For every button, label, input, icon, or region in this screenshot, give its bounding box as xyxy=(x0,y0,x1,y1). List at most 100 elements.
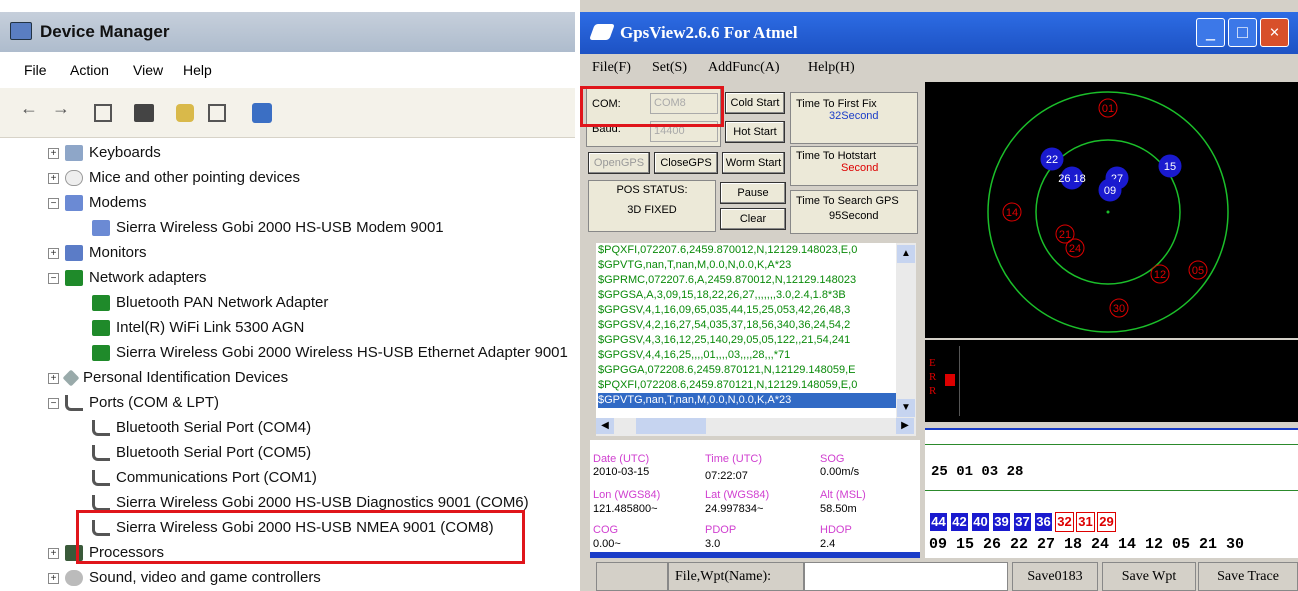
device-tree-item[interactable]: Sierra Wireless Gobi 2000 HS-USB Modem 9… xyxy=(92,215,444,240)
port-device-icon xyxy=(92,445,110,462)
wpt-name-input[interactable] xyxy=(804,562,1008,591)
print-icon[interactable] xyxy=(134,104,154,122)
sog-value: 0.00m/s xyxy=(820,466,860,478)
device-tree-item[interactable]: + Mice and other pointing devices xyxy=(48,165,300,190)
device-tree-item[interactable]: + Monitors xyxy=(48,240,147,265)
collapse-icon[interactable]: − xyxy=(48,272,59,284)
nmea-vscrollbar[interactable]: ▲ ▼ xyxy=(896,243,916,419)
scan-hardware-icon[interactable] xyxy=(252,103,272,123)
scroll-left-icon[interactable]: ◀ xyxy=(596,418,614,434)
menu-file[interactable]: File xyxy=(24,52,47,88)
device-tree-item[interactable]: − Network adapters xyxy=(48,265,207,290)
collapse-icon[interactable]: − xyxy=(48,397,59,409)
save-wpt-button[interactable]: Save Wpt xyxy=(1102,562,1196,591)
date-label: Date (UTC) xyxy=(593,453,650,465)
snr-box-tracked: 40 xyxy=(971,512,990,532)
menu-view[interactable]: View xyxy=(133,52,163,88)
satellite-id: 30 xyxy=(1113,303,1125,315)
nmea-log[interactable]: $PQXFI,072207.6,2459.870012,N,12129.1480… xyxy=(596,243,896,419)
hot-start-button[interactable]: Hot Start xyxy=(725,121,785,143)
device-tree-item[interactable]: + Sound, video and game controllers xyxy=(48,565,321,590)
save-trace-button[interactable]: Save Trace xyxy=(1198,562,1298,591)
pause-button[interactable]: Pause xyxy=(720,182,786,204)
gps-menu-help[interactable]: Help(H) xyxy=(808,54,855,82)
expand-icon[interactable]: + xyxy=(48,247,59,259)
pos-status-label: POS STATUS: xyxy=(616,184,688,196)
satellite-blue: 15 xyxy=(1158,154,1182,178)
signal-line-1 xyxy=(925,444,1298,445)
device-tree-item[interactable]: Bluetooth Serial Port (COM4) xyxy=(92,415,311,440)
help-icon[interactable] xyxy=(176,104,194,122)
device-tree-label: Sierra Wireless Gobi 2000 HS-USB Diagnos… xyxy=(116,494,529,511)
close-button[interactable]: × xyxy=(1260,18,1289,47)
worm-start-button[interactable]: Worm Start xyxy=(722,152,785,174)
gps-menu-file[interactable]: File(F) xyxy=(592,54,631,82)
mon-device-icon xyxy=(65,245,83,262)
highlight-com-select xyxy=(580,86,724,127)
device-tree-label: Intel(R) WiFi Link 5300 AGN xyxy=(116,319,305,336)
scroll-right-icon[interactable]: ▶ xyxy=(896,418,914,434)
hscroll-thumb[interactable] xyxy=(636,418,706,434)
signal-panel: 25 01 03 28 44 42 40 39 37 36 32 31 29 09 15 26 … xyxy=(925,428,1298,558)
lon-label: Lon (WGS84) xyxy=(593,489,661,501)
satellite-id: 09 xyxy=(1104,185,1116,197)
satellite-id: 12 xyxy=(1154,269,1166,281)
net-device-icon xyxy=(92,345,110,362)
expand-icon[interactable]: + xyxy=(48,172,59,184)
search-gps-panel: Time To Search GPS 95Second xyxy=(790,190,918,234)
expand-icon[interactable]: + xyxy=(48,572,59,584)
collapse-icon[interactable]: − xyxy=(48,197,59,209)
cog-label: COG xyxy=(593,524,619,536)
satellite-red: 01 xyxy=(1098,98,1118,118)
close-gps-button[interactable]: CloseGPS xyxy=(654,152,718,174)
hotstart-panel: Time To Hotstart Second xyxy=(790,146,918,186)
menu-action[interactable]: Action xyxy=(70,52,109,88)
minimize-button[interactable]: _ xyxy=(1196,18,1225,47)
menu-help[interactable]: Help xyxy=(183,52,212,88)
device-tree-item[interactable]: Intel(R) WiFi Link 5300 AGN xyxy=(92,315,304,340)
device-tree-item[interactable]: Communications Port (COM1) xyxy=(92,465,317,490)
save0183-button[interactable]: Save0183 xyxy=(1012,562,1098,591)
view-icon[interactable] xyxy=(208,104,226,122)
open-gps-button[interactable]: OpenGPS xyxy=(588,152,650,174)
device-tree-item[interactable]: − Ports (COM & LPT) xyxy=(48,390,219,415)
sog-label: SOG xyxy=(820,453,845,465)
expand-icon[interactable]: + xyxy=(48,372,59,384)
device-tree-label: Ports (COM & LPT) xyxy=(89,394,220,411)
lon-value: 121.485800~ xyxy=(593,503,658,515)
device-tree-item[interactable]: Bluetooth Serial Port (COM5) xyxy=(92,440,311,465)
device-tree-item[interactable]: − Modems xyxy=(48,190,147,215)
gpsview-title: GpsView2.6.6 For Atmel xyxy=(620,23,798,42)
scroll-down-icon[interactable]: ▼ xyxy=(897,399,915,417)
device-tree-item[interactable]: Sierra Wireless Gobi 2000 Wireless HS-US… xyxy=(92,340,568,365)
cold-start-button[interactable]: Cold Start xyxy=(725,92,785,114)
modem-device-icon xyxy=(65,195,83,212)
maximize-button[interactable]: □ xyxy=(1228,18,1257,47)
snd-device-icon xyxy=(65,570,83,587)
pos-status-panel: POS STATUS: 3D FIXED xyxy=(588,180,716,232)
device-tree-label: Communications Port (COM1) xyxy=(116,469,317,486)
nmea-line: $GPGGA,072208.6,2459.870121,N,12129.1480… xyxy=(598,364,856,376)
gps-menu-set[interactable]: Set(S) xyxy=(652,54,687,82)
device-tree-label: Bluetooth Serial Port (COM4) xyxy=(116,419,312,436)
expand-icon[interactable]: + xyxy=(48,547,59,559)
gps-menu-addfunc[interactable]: AddFunc(A) xyxy=(708,54,780,82)
satellite-id: 24 xyxy=(1069,243,1081,255)
clear-button[interactable]: Clear xyxy=(720,208,786,230)
scroll-up-icon[interactable]: ▲ xyxy=(897,245,915,263)
expand-icon[interactable]: + xyxy=(48,147,59,159)
snr-box-tracked: 44 xyxy=(929,512,948,532)
snr-box-weak: 31 xyxy=(1076,512,1095,532)
device-tree-item[interactable]: Bluetooth PAN Network Adapter xyxy=(92,290,328,315)
device-tree-label: Sound, video and game controllers xyxy=(89,569,321,586)
device-tree-item[interactable]: + Keyboards xyxy=(48,140,161,165)
properties-icon[interactable] xyxy=(94,104,112,122)
nmea-hscrollbar[interactable]: ◀ ▶ xyxy=(596,418,916,436)
forward-icon[interactable]: → xyxy=(52,98,70,119)
ttff-label: Time To First Fix xyxy=(796,98,877,110)
back-icon[interactable]: ← xyxy=(20,98,38,119)
error-indicator xyxy=(945,374,955,386)
time-label: Time (UTC) xyxy=(705,453,763,465)
satellite-id: 21 xyxy=(1059,229,1071,241)
device-tree-item[interactable]: + Personal Identification Devices xyxy=(48,365,288,390)
